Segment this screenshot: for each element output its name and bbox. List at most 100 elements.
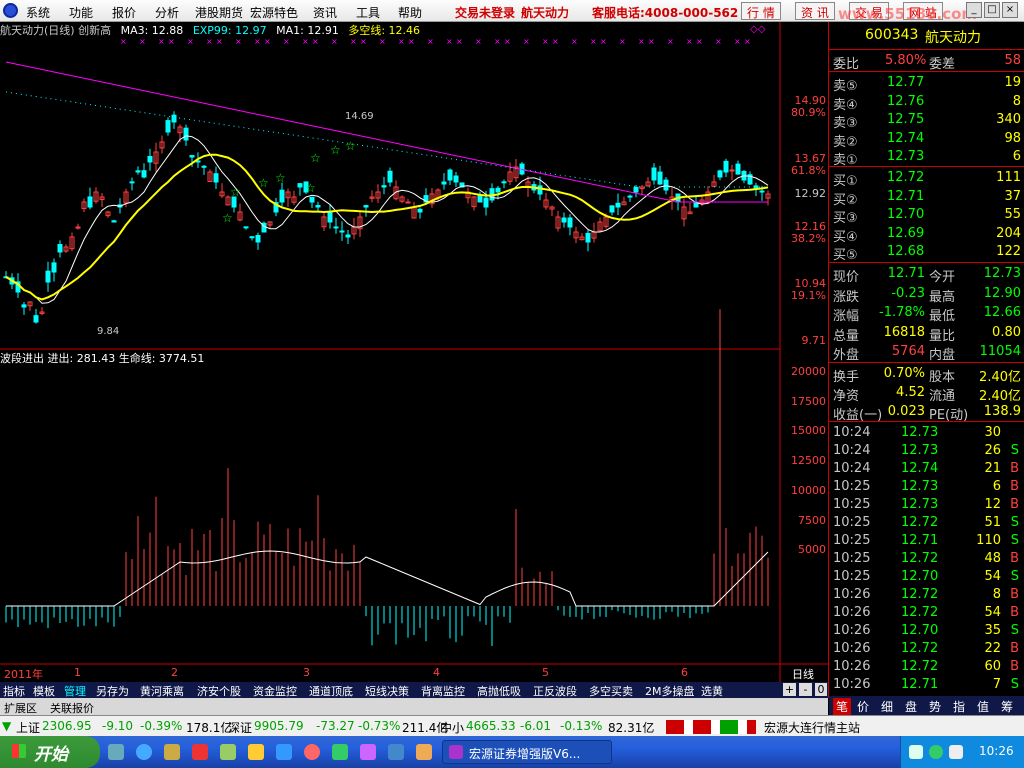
close-icon[interactable]: ×: [1002, 2, 1018, 18]
tab-divergence[interactable]: 背离监控: [421, 683, 465, 699]
network-icon[interactable]: [909, 745, 923, 759]
menu-tools[interactable]: 工具: [356, 4, 380, 21]
quicklaunch-icon[interactable]: [108, 744, 124, 760]
panel-tab-book[interactable]: 盘: [905, 698, 917, 715]
tab-channel[interactable]: 通道顶底: [309, 683, 353, 699]
server-label[interactable]: 宏源大连行情主站: [764, 719, 860, 736]
app-icon[interactable]: [332, 744, 348, 760]
tick-time: 10:26: [833, 659, 871, 674]
menu-hk-futures[interactable]: 港股期货: [195, 4, 243, 21]
tab-band[interactable]: 正反波段: [533, 683, 577, 699]
tick-side: B: [1010, 479, 1019, 494]
level-price: 12.68: [887, 244, 925, 259]
tab-quotes[interactable]: 行 情: [741, 2, 781, 20]
ticker-name[interactable]: 上证: [16, 719, 40, 736]
signal-mark: ×: [734, 37, 741, 46]
menu-help[interactable]: 帮助: [398, 4, 422, 21]
buy-level-row: 买⑤ 12.68 122: [829, 243, 1024, 263]
ie-icon[interactable]: [136, 744, 152, 760]
star-signal: ☆: [305, 181, 316, 195]
tab-huanghe[interactable]: 黄河乘离: [140, 683, 184, 699]
taskbar-app-button[interactable]: 宏源证券增强版V6...: [442, 740, 612, 764]
ticker-value: 4665.33: [466, 719, 516, 733]
month-label: 3: [303, 666, 310, 679]
clock[interactable]: 10:26: [979, 744, 1014, 758]
tab-template[interactable]: 模板: [33, 683, 55, 699]
panel-tab-trend[interactable]: 势: [929, 698, 941, 715]
ticker-change: -6.01: [520, 719, 552, 733]
panel-tab-index[interactable]: 指: [953, 698, 965, 715]
related-quotes-tab[interactable]: 关联报价: [50, 700, 94, 716]
star-signal: ☆: [345, 139, 356, 153]
app-icon[interactable]: [360, 744, 376, 760]
zoom-in-button[interactable]: +: [783, 683, 796, 696]
candle-body: [33, 315, 39, 323]
tab-xuanhuang[interactable]: 选黄: [701, 683, 723, 699]
app-icon[interactable]: [416, 744, 432, 760]
start-button[interactable]: 开始: [0, 736, 100, 768]
app-icon[interactable]: [304, 744, 320, 760]
high-marker: 14.69: [345, 111, 374, 122]
maximize-icon[interactable]: □: [984, 2, 1000, 18]
ext-area-tab[interactable]: 扩展区: [4, 700, 37, 716]
tick-side: S: [1010, 569, 1019, 584]
tick-row: 10:24 12.73 26 S: [829, 442, 1024, 460]
candle-body: [309, 196, 315, 203]
tick-row: 10:26 12.72 54 B: [829, 604, 1024, 622]
tab-short-term[interactable]: 短线决策: [365, 683, 409, 699]
zoom-out-button[interactable]: -: [799, 683, 812, 696]
app-icon[interactable]: [192, 744, 208, 760]
tab-saveas[interactable]: 另存为: [96, 683, 129, 699]
folder-icon[interactable]: [164, 744, 180, 760]
tab-high-low[interactable]: 高抛低吸: [477, 683, 521, 699]
tab-longshort[interactable]: 多空买卖: [589, 683, 633, 699]
tick-time: 10:24: [833, 461, 871, 476]
signal-mark: ×: [456, 37, 463, 46]
tick-side: S: [1010, 533, 1019, 548]
ticker-name[interactable]: 中小: [440, 719, 464, 736]
tab-2m[interactable]: 2M多操盘: [645, 683, 695, 699]
app-icon[interactable]: [248, 744, 264, 760]
tick-price: 12.72: [901, 515, 939, 530]
tab-jian[interactable]: 济安个股: [197, 683, 241, 699]
month-label: 1: [74, 666, 81, 679]
ticker-amount: 82.31亿: [608, 721, 655, 735]
candle-body: [243, 226, 249, 229]
trade-status[interactable]: 交易未登录: [455, 4, 515, 21]
signal-mark: ×: [696, 37, 703, 46]
tab-info[interactable]: 资 讯: [795, 2, 835, 20]
tab-indicator[interactable]: 指标: [3, 683, 25, 699]
menu-quote[interactable]: 报价: [112, 4, 136, 21]
panel-tab-chips[interactable]: 筹: [1001, 698, 1013, 715]
tick-row: 10:26 12.72 60 B: [829, 658, 1024, 676]
volume-icon[interactable]: [949, 745, 963, 759]
reset-button[interactable]: 0: [815, 683, 827, 696]
star-signal: ☆: [310, 151, 321, 165]
minimize-icon[interactable]: _: [966, 2, 982, 18]
panel-tab-value[interactable]: 值: [977, 698, 989, 715]
stat-value: 12.66: [983, 305, 1021, 320]
tray-icon[interactable]: [929, 745, 943, 759]
panel-tab-price[interactable]: 价: [857, 698, 869, 715]
menu-analysis[interactable]: 分析: [155, 4, 179, 21]
menu-news[interactable]: 资讯: [313, 4, 337, 21]
tick-row: 10:24 12.74 21 B: [829, 460, 1024, 478]
menu-hongyuan[interactable]: 宏源特色: [250, 4, 298, 21]
period-label[interactable]: 日线: [792, 666, 814, 682]
star-signal: ☆: [230, 185, 241, 199]
tab-fund-monitor[interactable]: 资金监控: [253, 683, 297, 699]
tick-price: 12.70: [901, 623, 939, 638]
menu-function[interactable]: 功能: [69, 4, 93, 21]
panel-tab-trades[interactable]: 笔: [833, 698, 852, 715]
tick-side: B: [1010, 641, 1019, 656]
panel-tab-detail[interactable]: 细: [881, 698, 893, 715]
app-icon[interactable]: [388, 744, 404, 760]
taskbar-app-label: 宏源证券增强版V6...: [469, 747, 581, 761]
menu-system[interactable]: 系统: [26, 4, 50, 21]
ticker-name[interactable]: 深证: [228, 719, 252, 736]
chart-corner-icons[interactable]: ◇◇: [750, 24, 780, 36]
app-icon[interactable]: [220, 744, 236, 760]
app-logo-icon: [3, 3, 18, 18]
tab-manage[interactable]: 管理: [64, 683, 86, 699]
app-icon[interactable]: [276, 744, 292, 760]
